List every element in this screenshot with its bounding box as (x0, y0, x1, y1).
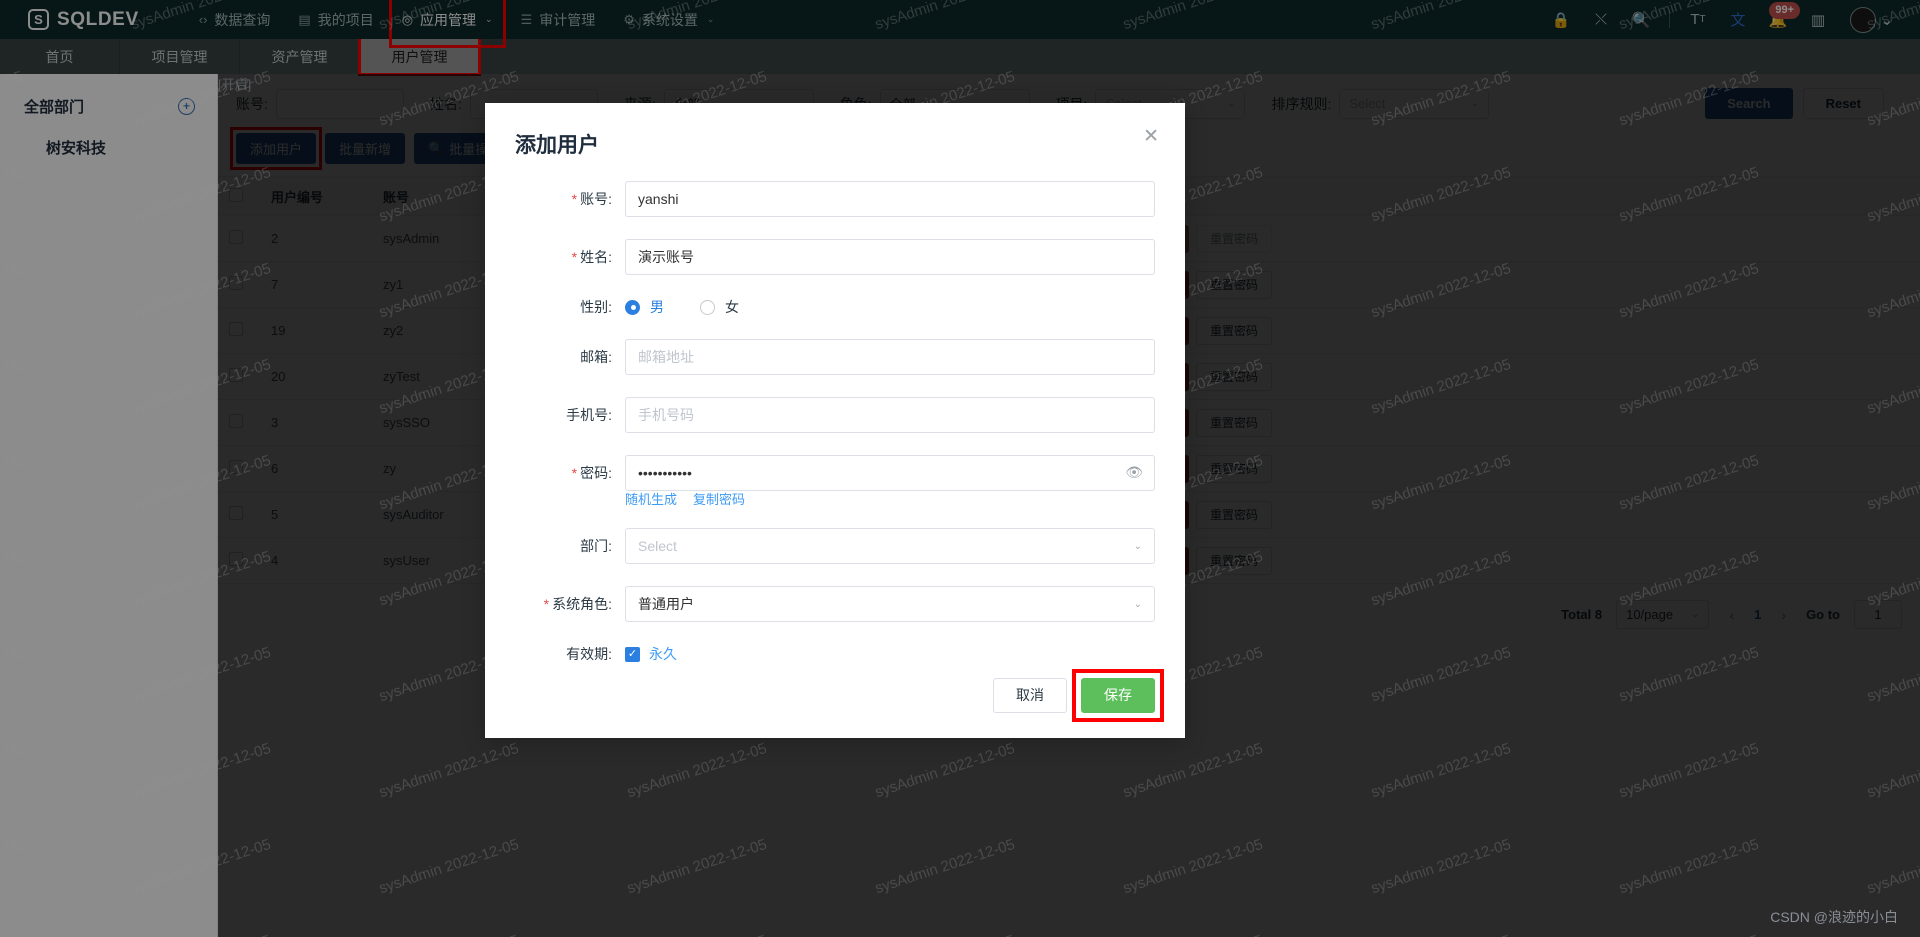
dialog-body: *账号: *姓名: 性别: 男 女 邮箱: (485, 165, 1185, 664)
field-name: * 姓名: (515, 239, 1155, 275)
gender-label-female[interactable]: 女 (725, 297, 739, 317)
role-select-value: 普通用户 (638, 596, 694, 612)
field-role-label: * 系统角色: (515, 594, 625, 614)
field-phone-label: 手机号: (515, 405, 625, 425)
gender-label-male[interactable]: 男 (650, 297, 664, 317)
field-password: *密码: 👁 (515, 455, 1155, 491)
dialog-title: 添加用户 (515, 134, 599, 157)
app-root: S SQLDEV ‹› 数据查询 ▤ 我的项目 ◎ 应用管理 ⌄ ☰ 审计管理 ⚙ 系统设置 ⌄ 🔒 … (0, 0, 1920, 937)
cancel-button[interactable]: 取消 (993, 677, 1067, 713)
label-text: 姓名: (580, 249, 612, 265)
phone-input[interactable] (625, 397, 1155, 433)
label-text: 邮箱: (580, 349, 612, 365)
field-email-label: 邮箱: (515, 347, 625, 367)
field-account-label: * 账号: (515, 189, 625, 209)
gender-radio-group: 男 女 (625, 297, 1155, 317)
account-input[interactable] (625, 181, 1155, 217)
label-text: 账号: (580, 191, 612, 207)
eye-icon[interactable]: 👁 (1125, 464, 1143, 481)
field-name-label: * 姓名: (515, 247, 625, 267)
password-input[interactable] (625, 455, 1155, 491)
field-password-label: * 密码: (515, 463, 625, 483)
chevron-down-icon: ⌄ (1133, 540, 1142, 552)
field-department: 部门: Select ⌄ (515, 528, 1155, 564)
label-text: 部门: (580, 538, 612, 554)
close-icon[interactable]: ✕ (1143, 127, 1159, 146)
required-marker: * (571, 465, 578, 481)
field-email: 邮箱: (515, 339, 1155, 375)
field-phone: 手机号: (515, 397, 1155, 433)
label-text: 系统角色: (552, 596, 612, 612)
field-role: * 系统角色: 普通用户 ⌄ (515, 586, 1155, 622)
password-helper-links: 随机生成 复制密码 (625, 489, 1155, 508)
dialog-header: 添加用户 ✕ (485, 103, 1185, 165)
label-text: 密码: (580, 465, 612, 481)
add-user-dialog: 添加用户 ✕ *账号: *姓名: 性别: 男 女 (485, 103, 1185, 738)
label-text: 性别: (580, 299, 612, 315)
label-text: 手机号: (566, 407, 612, 423)
credit-text: CSDN @浪迹的小白 (1770, 909, 1898, 925)
copy-password-link[interactable]: 复制密码 (693, 489, 745, 508)
field-account: * 账号: (515, 181, 1155, 217)
department-select[interactable]: Select ⌄ (625, 528, 1155, 564)
role-select[interactable]: 普通用户 ⌄ (625, 586, 1155, 622)
email-input[interactable] (625, 339, 1155, 375)
field-department-label: 部门: (515, 536, 625, 556)
dialog-footer: 取消 保存 (485, 652, 1185, 738)
field-gender: 性别: 男 女 (515, 297, 1155, 317)
generate-password-link[interactable]: 随机生成 (625, 489, 677, 508)
required-marker: * (571, 249, 578, 265)
required-marker: * (571, 191, 578, 207)
field-gender-label: 性别: (515, 297, 625, 317)
department-select-value: Select (638, 538, 677, 554)
required-marker: * (543, 596, 550, 612)
chevron-down-icon: ⌄ (1133, 598, 1142, 610)
save-button-highlight: 保存 (1072, 668, 1164, 722)
gender-radio-female[interactable] (700, 299, 715, 315)
gender-radio-male[interactable] (625, 299, 640, 315)
save-button[interactable]: 保存 (1081, 677, 1155, 713)
name-input[interactable] (625, 239, 1155, 275)
